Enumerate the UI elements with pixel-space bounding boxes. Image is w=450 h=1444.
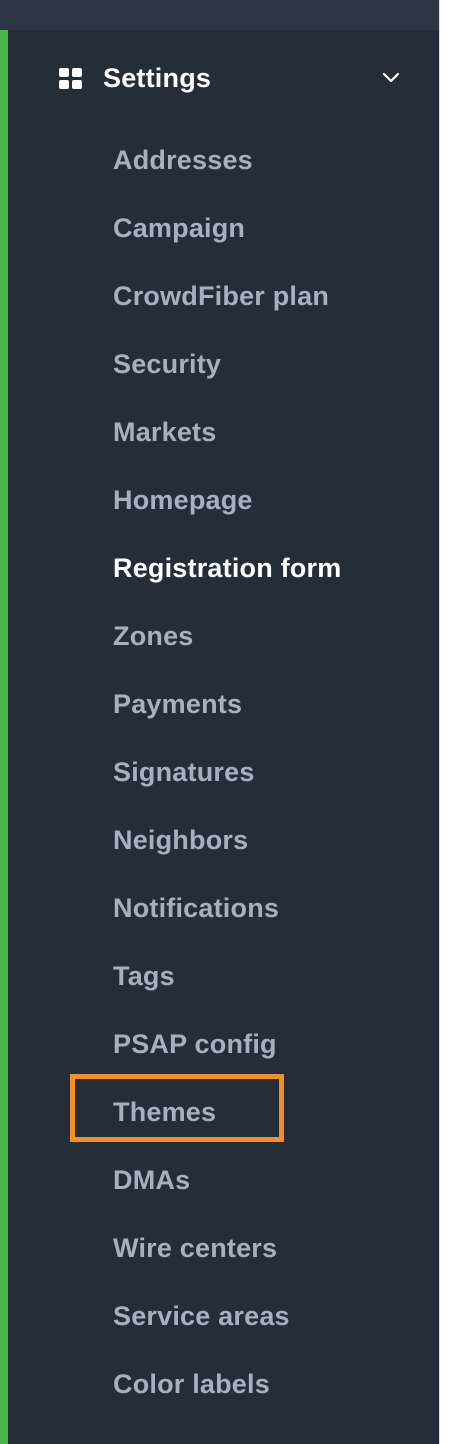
sidebar-item-label: Tags	[113, 961, 175, 991]
sidebar-item-zones[interactable]: Zones	[0, 602, 440, 670]
grid-icon	[59, 68, 82, 89]
sidebar-item-label: Campaign	[113, 213, 246, 243]
settings-section-header[interactable]: Settings	[0, 44, 440, 116]
sidebar-item-label: CrowdFiber plan	[113, 281, 330, 311]
sidebar-item-label: Addresses	[113, 145, 253, 175]
sidebar-item-psap-config[interactable]: PSAP config	[0, 1010, 440, 1078]
sidebar-item-tags[interactable]: Tags	[0, 942, 440, 1010]
sidebar-item-label: Markets	[113, 417, 217, 447]
sidebar-item-label: Registration form	[113, 553, 342, 583]
sidebar-item-homepage[interactable]: Homepage	[0, 466, 440, 534]
sidebar-item-label: Service areas	[113, 1301, 290, 1331]
sidebar-item-campaign[interactable]: Campaign	[0, 194, 440, 262]
sidebar-item-label: DMAs	[113, 1165, 191, 1195]
sidebar-item-neighbors[interactable]: Neighbors	[0, 806, 440, 874]
sidebar-item-themes[interactable]: Themes	[0, 1078, 440, 1146]
sidebar-item-label: Notifications	[113, 893, 280, 923]
sidebar-item-registration-form[interactable]: Registration form	[0, 534, 440, 602]
sidebar-item-payments[interactable]: Payments	[0, 670, 440, 738]
sidebar-item-wire-centers[interactable]: Wire centers	[0, 1214, 440, 1282]
sidebar-item-label: Signatures	[113, 757, 255, 787]
sidebar-item-security[interactable]: Security	[0, 330, 440, 398]
sidebar-item-label: Color labels	[113, 1369, 270, 1399]
sidebar-item-signatures[interactable]: Signatures	[0, 738, 440, 806]
sidebar: Settings Addresses Campaign CrowdFiber p…	[0, 0, 440, 1444]
sidebar-item-addresses[interactable]: Addresses	[0, 126, 440, 194]
content-area-edge	[440, 0, 450, 1444]
sidebar-item-label: Homepage	[113, 485, 253, 515]
sidebar-item-crowdfiber-plan[interactable]: CrowdFiber plan	[0, 262, 440, 330]
sidebar-item-dmas[interactable]: DMAs	[0, 1146, 440, 1214]
sidebar-item-label: Wire centers	[113, 1233, 278, 1263]
sidebar-item-service-areas[interactable]: Service areas	[0, 1282, 440, 1350]
chevron-down-icon[interactable]	[382, 70, 400, 84]
sidebar-item-label: Neighbors	[113, 825, 249, 855]
settings-menu-list: Addresses Campaign CrowdFiber plan Secur…	[0, 126, 440, 1418]
sidebar-item-label: Security	[113, 349, 222, 379]
sidebar-item-label: PSAP config	[113, 1029, 277, 1059]
sidebar-item-markets[interactable]: Markets	[0, 398, 440, 466]
sidebar-item-notifications[interactable]: Notifications	[0, 874, 440, 942]
sidebar-item-label: Zones	[113, 621, 194, 651]
sidebar-top-bar	[0, 0, 440, 30]
sidebar-item-label: Payments	[113, 689, 243, 719]
sidebar-item-color-labels[interactable]: Color labels	[0, 1350, 440, 1418]
sidebar-item-label: Themes	[113, 1097, 217, 1127]
settings-section-title: Settings	[103, 63, 212, 93]
